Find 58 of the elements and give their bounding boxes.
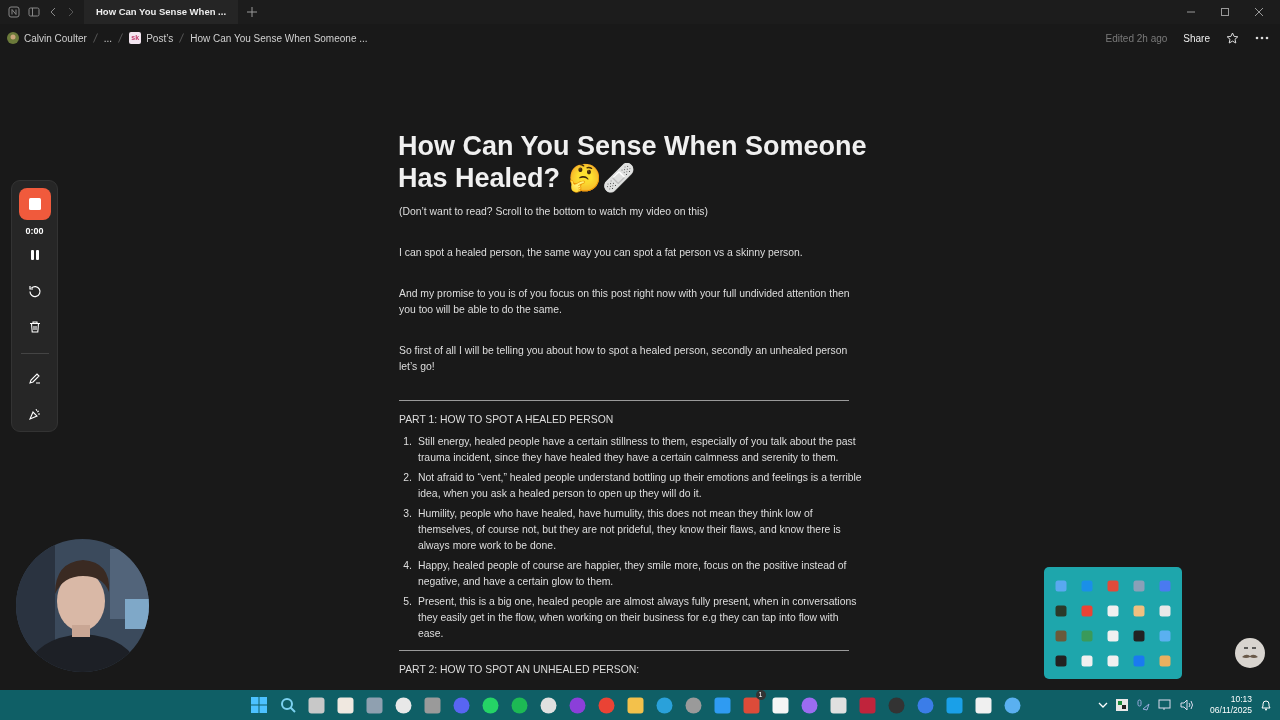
forward-icon[interactable] — [66, 6, 76, 18]
list-number: 1. — [402, 435, 413, 449]
list-number: 2. — [402, 471, 413, 485]
app-icon[interactable] — [772, 696, 789, 714]
paragraph: (Don’t want to read? Scroll to the bottom to watch my video on this) — [399, 205, 709, 219]
confetti-icon[interactable] — [27, 406, 42, 421]
clock[interactable]: 10:13 06/11/2025 — [1210, 694, 1252, 716]
breadcrumb-link[interactable]: Calvin Coulter — [7, 30, 87, 46]
bell-icon[interactable] — [1260, 699, 1272, 711]
app-icon[interactable] — [395, 696, 412, 714]
list-number: 5. — [402, 595, 413, 609]
avatar-icon — [7, 32, 19, 44]
paragraph: I can spot a healed person, the same way you can spot a fat person vs a skinny person. — [399, 246, 804, 260]
chevron-icon[interactable] — [1098, 701, 1109, 709]
app-icon[interactable] — [830, 696, 847, 714]
back-icon[interactable] — [48, 6, 58, 18]
stop-button[interactable] — [18, 188, 51, 220]
list-item-text: Humility, people who have healed, have humulity, this does not mean they think low of themselves, of course not, but they are not prideful, they know their flaws, and know there is always more work to be done. — [418, 507, 842, 553]
paragraph: So first of all I will be telling you about how to spot a healed person, secondly an unhealed person let’s go! — [399, 344, 849, 374]
app-icon[interactable] — [337, 696, 354, 714]
star-icon[interactable] — [1226, 31, 1239, 45]
edited-time: Edited 2h ago — [1105, 31, 1168, 46]
browser-tab[interactable]: How Can You Sense When ... — [84, 0, 239, 24]
network-icon[interactable] — [1158, 699, 1173, 711]
app-icon[interactable] — [540, 696, 557, 714]
app-icon[interactable] — [1116, 699, 1129, 711]
more-icon[interactable] — [1255, 36, 1269, 40]
search-icon[interactable] — [279, 697, 296, 713]
share-button[interactable]: Share — [1183, 30, 1210, 46]
page-title: How Can You Sense When Someone Has Healed? 🤔🩹 — [398, 130, 868, 194]
paragraph: And my promise to you is of you focus on this post right now with your full undivided attention then you too will be able to do the same. — [399, 287, 851, 317]
sidebar-icon[interactable] — [28, 6, 40, 18]
list-number: 4. — [402, 559, 413, 573]
separator-icon — [179, 33, 185, 43]
list-number: 3. — [402, 507, 413, 521]
restart-icon[interactable] — [27, 283, 42, 298]
list-item-text: Happy, healed people of course are happier, they smile more, focus on the positive instead of negative, and have a certain glow to them. — [418, 559, 848, 589]
app-icon[interactable] — [1133, 629, 1145, 642]
avatar-icon[interactable] — [1235, 638, 1265, 668]
separator-icon — [118, 33, 124, 43]
separator-icon — [92, 33, 98, 43]
stop-icon — [28, 198, 41, 210]
close-icon[interactable] — [1254, 7, 1264, 17]
app-icon[interactable] — [975, 696, 992, 714]
app-icon[interactable] — [1055, 654, 1067, 667]
section-heading: PART 1: HOW TO SPOT A HEALED PERSON — [399, 413, 615, 427]
maximize-icon[interactable] — [1220, 7, 1230, 17]
volume-icon[interactable] — [1180, 699, 1195, 711]
list-item-text: Not afraid to “vent,” healed people understand bottling up their emotions and feelings is a terrible idea, when you ask a healed person to open up they will do it. — [418, 471, 862, 501]
section-heading: PART 2: HOW TO SPOT AN UNHEALED PERSON: — [399, 663, 641, 677]
list-item-text: Present, this is a big one, healed people are almost always fully present, when in conversations they easily get in the flow, when working on their business for e.g they can tap into flow with ease. — [418, 595, 858, 641]
add-tab-icon[interactable] — [246, 6, 259, 18]
breadcrumb-link[interactable]: How Can You Sense When Someone ... — [190, 30, 368, 46]
trash-icon[interactable] — [27, 319, 42, 334]
microphone-icon[interactable] — [1136, 699, 1151, 711]
list-item-text: Still energy, healed people have a certain stillness to them, especially of you talk about the past trauma incident, since they have healed they have a certain calmness and serenity to them. — [418, 435, 857, 465]
breadcrumb-link[interactable]: ... — [103, 30, 113, 46]
recording-time: 0:00 — [25, 225, 44, 238]
